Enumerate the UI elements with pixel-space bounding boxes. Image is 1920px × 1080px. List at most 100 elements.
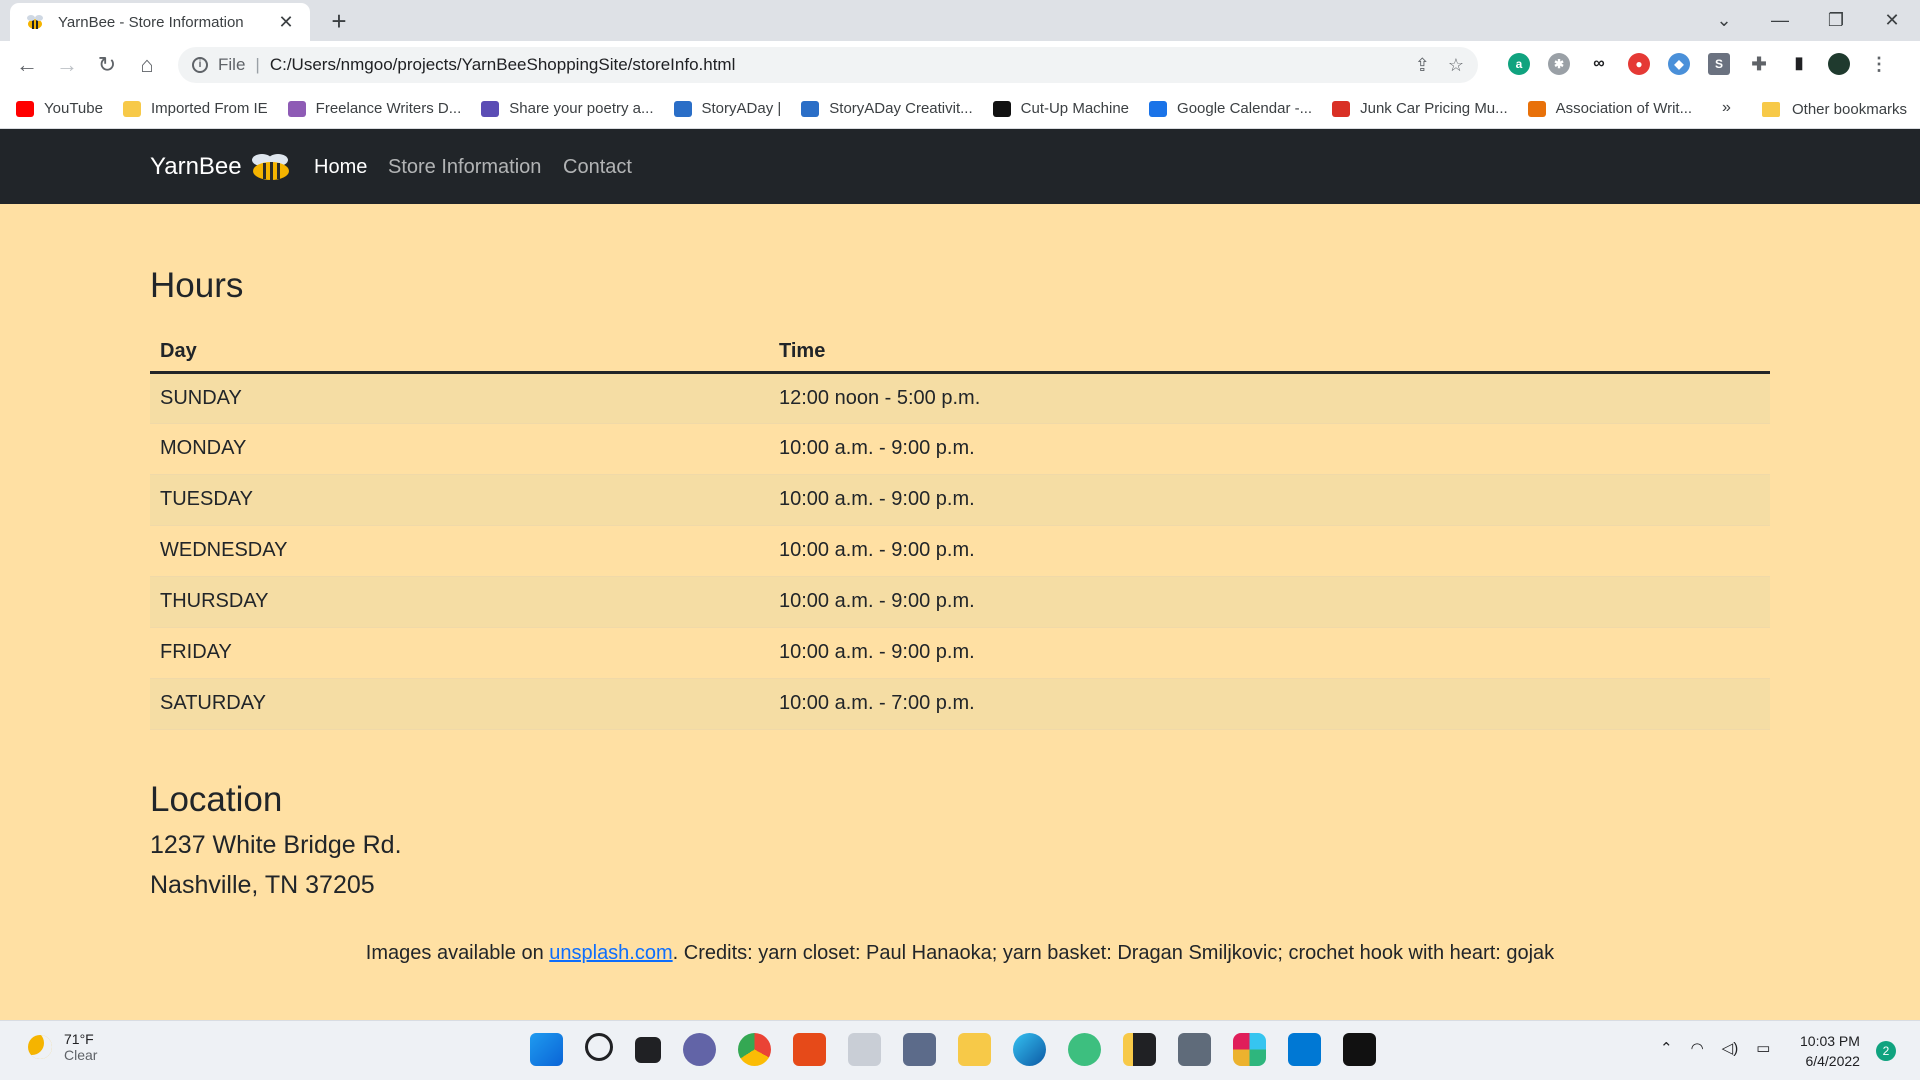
bookmark-storyaday-creativity[interactable]: StoryADay Creativit...	[801, 100, 973, 117]
bookmark-cut-up-machine[interactable]: Cut-Up Machine	[992, 100, 1129, 117]
extensions-puzzle-icon[interactable]: ✚	[1748, 53, 1770, 75]
close-tab-icon[interactable]: ✕	[276, 12, 296, 33]
url-text[interactable]: C:/Users/nmgoo/projects/YarnBeeShoppingS…	[270, 55, 1415, 75]
slack-icon[interactable]	[1233, 1033, 1266, 1066]
window-controls: ⌄ — ❐ ✕	[1696, 0, 1920, 41]
cut-icon	[992, 100, 1011, 117]
office-icon[interactable]	[793, 1033, 826, 1066]
bookmark-association-of-writers[interactable]: Association of Writ...	[1527, 100, 1693, 117]
weather-condition: Clear	[64, 1047, 98, 1063]
bookmark-label: Share your poetry a...	[509, 100, 654, 117]
bookmark-storyaday[interactable]: StoryADay |	[673, 100, 781, 117]
table-header-row: Day Time	[150, 324, 1770, 374]
table-row: THURSDAY 10:00 a.m. - 9:00 p.m.	[150, 576, 1770, 628]
other-bookmarks-folder[interactable]: Other bookmarks	[1762, 89, 1907, 129]
address-bar[interactable]: i File | C:/Users/nmgoo/projects/YarnBee…	[178, 47, 1478, 83]
bookmark-youtube[interactable]: YouTube	[16, 100, 103, 117]
calculator-icon[interactable]	[1178, 1033, 1211, 1066]
bookmark-label: Association of Writ...	[1555, 100, 1693, 117]
restore-button[interactable]: ❐	[1808, 10, 1864, 31]
system-clock[interactable]: 10:03 PM 6/4/2022	[1800, 1031, 1860, 1071]
bookmarks-bar: YouTube Imported From IE Freelance Write…	[0, 89, 1920, 129]
hours-table: Day Time SUNDAY 12:00 noon - 5:00 p.m. MO…	[150, 324, 1770, 730]
battery-icon[interactable]: ▭	[1756, 1039, 1770, 1057]
time-column-header: Time	[769, 324, 1770, 374]
search-icon[interactable]	[585, 1033, 613, 1061]
reload-button[interactable]: ↻	[92, 51, 122, 79]
bookmark-google-calendar[interactable]: Google Calendar -...	[1149, 100, 1312, 117]
browser-toolbar: ← → ↻ ⌂ i File | C:/Users/nmgoo/projects…	[0, 41, 1920, 89]
nav-store-information-link[interactable]: Store Information	[388, 156, 541, 179]
chevron-up-icon[interactable]: ⌃	[1660, 1039, 1673, 1057]
time-cell: 10:00 a.m. - 9:00 p.m.	[769, 576, 1770, 628]
clock-time: 10:03 PM	[1800, 1033, 1860, 1049]
address-line-2: Nashville, TN 37205	[150, 871, 375, 899]
bee-logo-icon	[251, 154, 289, 180]
tab-search-icon[interactable]: ⌄	[1696, 10, 1752, 31]
day-cell: TUESDAY	[150, 474, 769, 526]
side-panel-icon[interactable]: ▮	[1788, 53, 1810, 75]
time-cell: 10:00 a.m. - 9:00 p.m.	[769, 423, 1770, 475]
unsplash-link[interactable]: unsplash.com	[549, 942, 672, 964]
extensions-area: a ✱ ∞ ● ◆ S ✚ ▮ ⋮	[1508, 53, 1890, 75]
new-tab-button[interactable]: +	[324, 6, 354, 37]
home-button[interactable]: ⌂	[132, 51, 162, 79]
badge-app-icon[interactable]	[903, 1033, 936, 1066]
bookmark-junk-car-pricing[interactable]: Junk Car Pricing Mu...	[1332, 100, 1508, 117]
feedback-icon[interactable]	[848, 1033, 881, 1066]
start-icon[interactable]	[530, 1033, 563, 1066]
more-bookmarks-button[interactable]: »	[1722, 99, 1731, 117]
brand-link[interactable]: YarnBee	[150, 151, 294, 183]
calendar-icon	[1149, 100, 1168, 117]
notification-badge[interactable]: 2	[1876, 1041, 1896, 1061]
brand-name: YarnBee	[150, 153, 242, 180]
table-row: MONDAY 10:00 a.m. - 9:00 p.m.	[150, 423, 1770, 475]
edge-icon[interactable]	[1013, 1033, 1046, 1066]
file-explorer-icon[interactable]	[958, 1033, 991, 1066]
bookmark-freelance-writers[interactable]: Freelance Writers D...	[287, 100, 461, 117]
forward-button[interactable]: →	[52, 51, 82, 79]
close-window-button[interactable]: ✕	[1864, 10, 1920, 31]
bookmark-imported-from-ie[interactable]: Imported From IE	[122, 100, 268, 117]
task-view-icon[interactable]	[635, 1037, 661, 1063]
extension-bug-icon[interactable]: ✱	[1548, 53, 1570, 75]
nav-contact-link[interactable]: Contact	[563, 156, 632, 179]
vscode-icon[interactable]	[1288, 1033, 1321, 1066]
chat-icon[interactable]	[683, 1033, 716, 1066]
bookmark-label: YouTube	[44, 100, 103, 117]
browser-menu-icon[interactable]: ⋮	[1868, 53, 1890, 75]
extension-a-icon[interactable]: a	[1508, 53, 1530, 75]
volume-icon[interactable]: ◁)	[1722, 1039, 1739, 1057]
chrome-icon[interactable]	[738, 1033, 771, 1066]
time-cell: 10:00 a.m. - 9:00 p.m.	[769, 525, 1770, 577]
minimize-button[interactable]: —	[1752, 10, 1808, 31]
bookmark-label: Junk Car Pricing Mu...	[1360, 100, 1508, 117]
browser-tab-bar: YarnBee - Store Information ✕ + ⌄ — ❐ ✕	[0, 0, 1920, 41]
atom-icon[interactable]	[1068, 1033, 1101, 1066]
nav-home-link[interactable]: Home	[314, 156, 367, 179]
extension-glasses-icon[interactable]: ∞	[1588, 53, 1610, 75]
other-bookmarks-label: Other bookmarks	[1792, 100, 1908, 118]
day-cell: SUNDAY	[150, 372, 769, 424]
profile-avatar[interactable]	[1828, 53, 1850, 75]
weather-widget[interactable]: 71°F Clear	[28, 1031, 97, 1063]
time-cell: 10:00 a.m. - 9:00 p.m.	[769, 627, 1770, 679]
extension-s-icon[interactable]: S	[1708, 53, 1730, 75]
extension-owl-icon[interactable]: ●	[1628, 53, 1650, 75]
bookmark-share-poetry[interactable]: Share your poetry a...	[481, 100, 654, 117]
browser-tab[interactable]: YarnBee - Store Information ✕	[10, 3, 310, 41]
back-button[interactable]: ←	[12, 51, 42, 79]
sticky-notes-icon[interactable]	[1123, 1033, 1156, 1066]
moon-icon	[28, 1035, 52, 1059]
system-tray: ⌃ ◠ ◁) ▭	[1660, 1039, 1770, 1057]
s-icon	[801, 100, 820, 117]
folder-icon	[1762, 101, 1780, 117]
share-icon[interactable]: ⇪	[1415, 55, 1430, 76]
terminal-icon[interactable]	[1343, 1033, 1376, 1066]
wifi-icon[interactable]: ◠	[1691, 1039, 1704, 1057]
taskbar-apps	[530, 1033, 1376, 1066]
credits-prefix: Images available on	[365, 942, 550, 964]
site-info-icon[interactable]: i	[192, 57, 208, 73]
extension-diamond-icon[interactable]: ◆	[1668, 53, 1690, 75]
bookmark-star-icon[interactable]: ☆	[1448, 55, 1464, 76]
